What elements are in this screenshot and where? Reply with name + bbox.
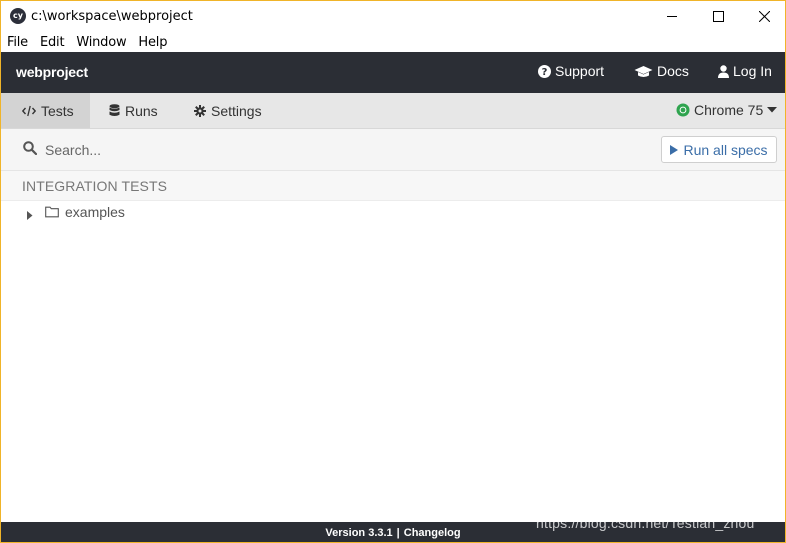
search-bar: Run all specs <box>1 129 785 171</box>
version-text: Version 3.3.1 <box>325 527 393 539</box>
menu-edit[interactable]: Edit <box>40 35 65 50</box>
footer-bar: Version 3.3.1 | Changelog <box>1 522 785 542</box>
folder-label: examples <box>65 204 125 220</box>
code-icon <box>22 105 36 116</box>
question-circle-icon: ? <box>538 64 551 78</box>
support-label: Support <box>555 63 605 79</box>
folder-row-examples[interactable]: examples <box>1 201 785 223</box>
search-input[interactable] <box>45 139 345 161</box>
tab-tests-label: Tests <box>41 102 74 119</box>
top-nav: webproject ? Support Docs Log In <box>1 52 785 93</box>
menu-bar: File Edit Window Help <box>1 32 785 52</box>
support-link[interactable]: ? Support <box>538 63 604 79</box>
search-icon <box>23 141 38 160</box>
svg-text:?: ? <box>542 67 548 78</box>
maximize-button[interactable] <box>695 1 741 32</box>
integration-tests-header: INTEGRATION TESTS <box>1 171 785 201</box>
footer-separator: | <box>396 527 400 539</box>
cypress-app-icon: cy <box>10 8 26 24</box>
tab-settings-label: Settings <box>211 102 262 119</box>
tab-bar: Tests Runs Settings Chrome 75 <box>1 93 785 129</box>
browser-label: Chrome 75 <box>694 102 764 118</box>
close-icon <box>758 11 770 22</box>
tab-settings[interactable]: Settings <box>194 93 262 128</box>
login-label: Log In <box>733 63 772 79</box>
docs-label: Docs <box>657 63 689 79</box>
tab-runs-label: Runs <box>125 102 158 119</box>
play-icon <box>670 144 679 155</box>
app-window: cy c:\workspace\webproject File Edit Win… <box>0 0 786 543</box>
docs-link[interactable]: Docs <box>634 63 689 79</box>
menu-window[interactable]: Window <box>76 35 126 50</box>
project-name: webproject <box>16 64 88 80</box>
menu-file[interactable]: File <box>7 35 28 50</box>
login-link[interactable]: Log In <box>718 63 772 79</box>
graduation-cap-icon <box>634 65 653 77</box>
browser-selector[interactable]: Chrome 75 <box>676 102 778 118</box>
caret-right-icon[interactable] <box>27 207 33 225</box>
title-bar[interactable]: cy c:\workspace\webproject <box>1 1 785 32</box>
chrome-icon <box>676 103 690 117</box>
changelog-link[interactable]: Changelog <box>404 527 461 539</box>
run-all-specs-button[interactable]: Run all specs <box>661 136 777 163</box>
minimize-button[interactable] <box>649 1 695 32</box>
user-icon <box>718 64 729 78</box>
minimize-icon <box>666 16 677 17</box>
tab-runs[interactable]: Runs <box>109 93 158 128</box>
run-all-specs-label: Run all specs <box>683 141 768 158</box>
maximize-icon <box>712 11 724 22</box>
gear-icon <box>194 104 206 117</box>
database-icon <box>109 104 120 117</box>
close-button[interactable] <box>741 1 785 32</box>
folder-icon <box>45 205 59 223</box>
menu-help[interactable]: Help <box>138 35 167 50</box>
tab-tests[interactable]: Tests <box>1 93 90 128</box>
window-title: c:\workspace\webproject <box>31 9 193 24</box>
caret-down-icon <box>767 107 778 113</box>
